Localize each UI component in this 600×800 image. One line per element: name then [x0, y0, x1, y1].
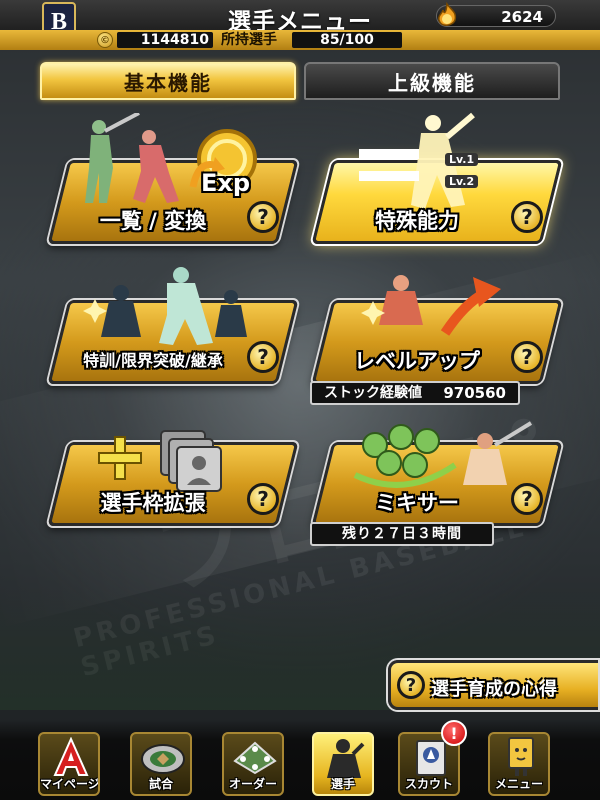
- training-tips-button[interactable]: ? 選手育成の心得: [388, 660, 598, 710]
- mixer-remaining-time: 残り２７日３時間: [342, 526, 462, 542]
- help-icon[interactable]: ?: [247, 483, 279, 515]
- training-tips-label: 選手育成の心得: [431, 679, 557, 700]
- stadium-icon: [132, 734, 190, 780]
- nav-scout-label: スカウト: [404, 777, 453, 791]
- exp-label: Exp: [201, 169, 251, 197]
- mixer-button[interactable]: ミキサー ?: [311, 421, 563, 526]
- nav-player[interactable]: 選手: [312, 732, 374, 796]
- header-bar: B 選手メニュー 2624 © 1144810 所持選手 85/100: [0, 0, 600, 50]
- tab-advanced-functions[interactable]: 上級機能: [304, 62, 560, 100]
- expand-slots-button[interactable]: 選手枠拡張 ?: [47, 430, 299, 526]
- nav-order-label: オーダー: [228, 777, 277, 791]
- level-up-illustration: [361, 275, 501, 336]
- level-up-label: レベルアップ: [354, 349, 480, 373]
- nav-match[interactable]: 試合: [130, 732, 192, 796]
- mypage-icon: [40, 734, 98, 780]
- special-ability-label: 特殊能力: [375, 209, 459, 233]
- training-illustration: [83, 267, 247, 345]
- player-icon: [314, 734, 372, 780]
- expand-slots-label: 選手枠拡張: [100, 491, 206, 515]
- menu-icon: [490, 734, 548, 780]
- lv2-tag: Lv.2: [445, 175, 479, 188]
- stock-exp-label: ストック経験値: [324, 385, 422, 401]
- help-icon[interactable]: ?: [511, 483, 543, 515]
- stock-exp-bar: ストック経験値 970560: [310, 381, 520, 405]
- tab-basic-functions[interactable]: 基本機能: [40, 62, 296, 100]
- help-icon[interactable]: ?: [247, 201, 279, 233]
- scout-notification-badge: !: [441, 720, 467, 746]
- coin-icon: ©: [97, 32, 113, 48]
- help-icon[interactable]: ?: [511, 341, 543, 373]
- nav-mypage[interactable]: マイページ: [38, 732, 100, 796]
- nav-mypage-label: マイページ: [40, 777, 100, 791]
- help-icon[interactable]: ?: [247, 341, 279, 373]
- training-button[interactable]: 特訓/限界突破/継承 ?: [47, 267, 299, 384]
- stats-row: © 1144810 所持選手 85/100: [0, 30, 600, 50]
- list-convert-button[interactable]: Exp 一覧 / 変換 ?: [47, 113, 299, 244]
- gold-value: 2624: [501, 8, 543, 26]
- owned-players-value: 85/100: [292, 32, 402, 48]
- nav-menu-label: メニュー: [494, 777, 543, 791]
- gold-counter[interactable]: 2624: [433, 2, 556, 30]
- nav-order[interactable]: オーダー: [222, 732, 284, 796]
- mixer-illustration: [353, 421, 533, 488]
- stock-exp-value: 970560: [443, 384, 506, 402]
- gold-flame-icon: [433, 2, 461, 30]
- nav-menu[interactable]: メニュー: [488, 732, 550, 796]
- training-label: 特訓/限界突破/継承: [83, 351, 223, 370]
- bottom-navigation: マイページ 試合 オーダー 選手 スカウト メニュー: [0, 720, 600, 800]
- list-convert-label: 一覧 / 変換: [99, 209, 207, 233]
- mixer-remaining-bar: 残り２７日３時間: [310, 522, 494, 546]
- help-icon[interactable]: ?: [511, 201, 543, 233]
- nav-match-label: 試合: [148, 777, 173, 791]
- special-ability-button[interactable]: Lv.1 Lv.2 特殊能力 ?: [311, 112, 563, 244]
- nav-player-label: 選手: [330, 777, 355, 791]
- lv1-tag: Lv.1: [445, 153, 479, 166]
- owned-players-label: 所持選手: [221, 32, 277, 48]
- mixer-label: ミキサー: [375, 491, 459, 515]
- money-value: 1144810: [117, 32, 213, 48]
- order-icon: [224, 734, 282, 780]
- level-up-button[interactable]: レベルアップ ?: [311, 275, 563, 384]
- help-icon: ?: [397, 671, 425, 699]
